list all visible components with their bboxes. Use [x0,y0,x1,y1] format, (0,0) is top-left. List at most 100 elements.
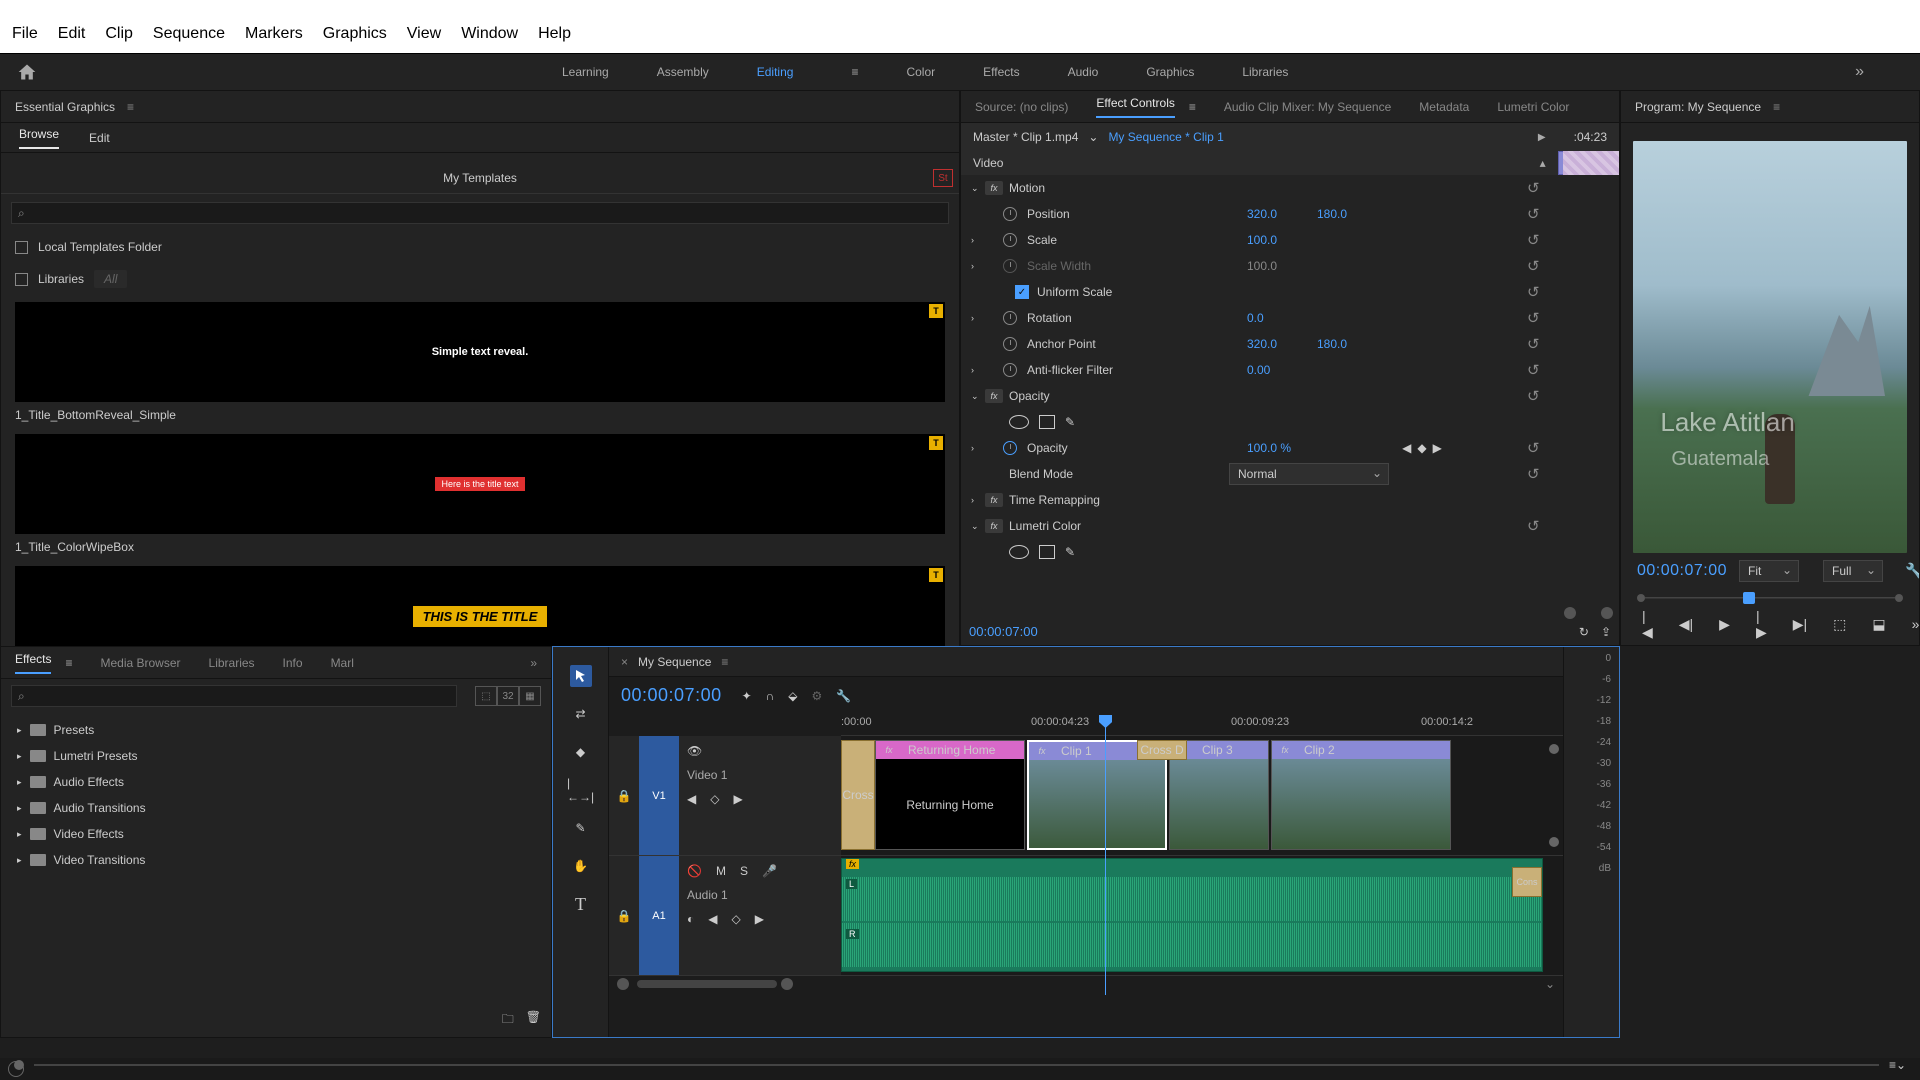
home-icon[interactable] [16,62,38,82]
program-title[interactable]: Program: My Sequence [1635,100,1761,114]
tab-effects[interactable]: Effects [15,652,51,674]
reset-icon[interactable]: ↺ [1527,309,1548,327]
step-back-icon[interactable]: ◀| [1679,616,1693,633]
prev-keyframe-icon[interactable]: ◀ [1402,441,1411,455]
slip-tool-icon[interactable]: ✎ [570,817,592,839]
position-x[interactable]: 320.0 [1247,207,1317,221]
reset-icon[interactable]: ↺ [1527,283,1548,301]
reset-icon[interactable]: ↺ [1527,205,1548,223]
workspace-audio[interactable]: Audio [1064,65,1103,79]
anchor-y[interactable]: 180.0 [1317,337,1387,351]
libraries-dropdown[interactable]: All [94,270,127,288]
zoom-fit-dropdown[interactable]: Fit [1739,560,1799,582]
transition-cross[interactable]: Cross [841,740,875,850]
workspace-assembly[interactable]: Assembly [653,65,713,79]
sequence-name[interactable]: My Sequence [638,655,711,669]
step-forward-icon[interactable]: |▶ [1756,608,1767,641]
eg-search-input[interactable]: ⌕ [11,202,949,224]
export-frame-icon[interactable]: ⇪ [1601,625,1611,639]
menu-sequence[interactable]: Sequence [145,25,233,43]
menu-clip[interactable]: Clip [97,25,141,43]
menu-window[interactable]: Window [453,25,526,43]
expand-icon[interactable]: › [971,235,985,245]
eg-tab-edit[interactable]: Edit [89,131,110,145]
go-to-out-icon[interactable]: ▶| [1793,616,1807,633]
lumetri-label[interactable]: Lumetri Color [1009,519,1229,533]
stopwatch-icon[interactable] [1003,311,1017,325]
tab-info[interactable]: Info [283,656,303,670]
scrub-playhead[interactable] [1743,592,1755,604]
tab-libraries[interactable]: Libraries [209,656,255,670]
reset-icon[interactable]: ↺ [1527,335,1548,353]
tabs-overflow-icon[interactable]: » [530,656,537,670]
tab-media-browser[interactable]: Media Browser [100,656,180,670]
stopwatch-icon[interactable] [1003,363,1017,377]
workspace-learning[interactable]: Learning [558,65,613,79]
workspace-effects[interactable]: Effects [979,65,1023,79]
expand-opacity-icon[interactable]: ⌄ [971,391,985,402]
voice-over-icon[interactable]: 🎤 [762,864,777,878]
reset-icon[interactable]: ↺ [1527,387,1548,405]
effects-search-input[interactable]: ⌕ [11,685,457,707]
ec-sequence-clip[interactable]: My Sequence * Clip 1 [1108,130,1223,144]
fx-folder-video-transitions[interactable]: ▸Video Transitions [7,847,545,873]
ec-current-time[interactable]: 00:00:07:00 [969,624,1038,639]
timeline-wrench-icon[interactable]: ⌄ [1545,977,1555,991]
menu-graphics[interactable]: Graphics [315,25,395,43]
kf-icon[interactable]: ◇ [710,792,719,806]
add-keyframe-icon[interactable]: ◆ [1417,441,1426,455]
lift-icon[interactable]: ⬚ [1833,616,1846,633]
clip-returning-home[interactable]: fxReturning Home Returning Home [875,740,1025,850]
menu-markers[interactable]: Markers [237,25,311,43]
next-kf-icon[interactable]: ▶ [755,912,764,926]
chevron-down-icon[interactable]: ⌄ [1088,130,1098,144]
menu-file[interactable]: File [4,25,46,43]
timeline-menu-icon[interactable]: ≡ [721,655,728,669]
pen-mask-icon[interactable]: ✎ [1065,415,1075,429]
track-target-a1[interactable]: A1 [639,856,679,975]
timeline-tc[interactable]: 00:00:07:00 [621,685,722,706]
local-templates-checkbox[interactable] [15,241,28,254]
extract-icon[interactable]: ⬓ [1872,616,1885,633]
fx-folder-presets[interactable]: ▸Presets [7,717,545,743]
keyframe-mode-icon[interactable]: ◐ [687,912,694,926]
razor-tool-icon[interactable]: |←→| [570,779,592,801]
program-scrubber[interactable] [1637,589,1903,607]
collapse-up-icon[interactable]: ▴ [1540,156,1546,170]
ellipse-mask-icon[interactable] [1009,415,1029,429]
tab-effect-controls[interactable]: Effect Controls [1096,96,1174,118]
stopwatch-icon[interactable] [1003,337,1017,351]
timeline-ruler[interactable]: :00:00 00:00:04:23 00:00:09:23 00:00:14:… [841,714,1563,736]
template-item[interactable]: THere is the title text 1_Title_ColorWip… [15,434,945,560]
scale-value[interactable]: 100.0 [1247,233,1317,247]
eg-tab-browse[interactable]: Browse [19,127,59,149]
program-position-tc[interactable]: 00:00:07:00 [1637,562,1727,580]
play-icon[interactable]: ▶ [1719,616,1730,633]
settings-wrench-icon[interactable]: 🔧 [1905,562,1920,580]
delete-icon[interactable]: 🗑 [526,1010,541,1031]
program-preview[interactable]: Lake Atitlan Guatemala [1633,141,1907,553]
fx-folder-video-effects[interactable]: ▸Video Effects [7,821,545,847]
stopwatch-icon[interactable] [1003,233,1017,247]
reset-icon[interactable]: ↺ [1527,257,1548,275]
ripple-edit-tool-icon[interactable]: ◆ [570,741,592,763]
snap-icon[interactable]: ✦ [742,689,752,703]
libraries-checkbox[interactable] [15,273,28,286]
scrub-end-icon[interactable] [1895,594,1903,602]
ec-play-icon[interactable]: ▶ [1538,132,1546,143]
effect-controls-menu-icon[interactable]: ≡ [1189,100,1196,114]
fx-folder-lumetri[interactable]: ▸Lumetri Presets [7,743,545,769]
tab-source[interactable]: Source: (no clips) [975,100,1068,114]
workspace-graphics[interactable]: Graphics [1142,65,1198,79]
ellipse-mask-icon[interactable] [1009,545,1029,559]
menu-view[interactable]: View [399,25,449,43]
track-target-v1[interactable]: V1 [639,736,679,855]
program-menu-icon[interactable]: ≡ [1773,100,1780,114]
workspace-color[interactable]: Color [902,65,939,79]
reset-icon[interactable]: ↺ [1527,179,1548,197]
track-lock-icon[interactable]: 🔒 [609,736,639,855]
antiflicker-value[interactable]: 0.00 [1247,363,1317,377]
next-kf-icon[interactable]: ▶ [733,792,742,806]
close-sequence-icon[interactable]: × [621,655,628,669]
type-tool-icon[interactable]: T [570,893,592,915]
